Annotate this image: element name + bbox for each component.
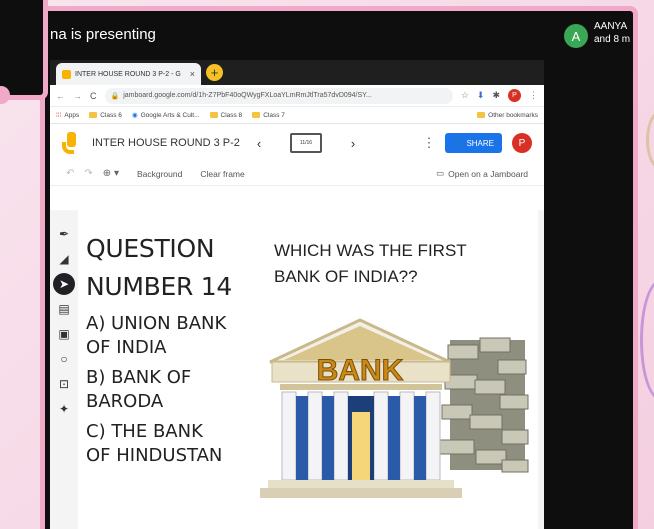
back-icon[interactable]: ← [56,91,65,101]
tab-strip: INTER HOUSE ROUND 3 P-2 - G × + [50,60,544,85]
bookmark-label: Apps [64,111,80,119]
frame-bar-button[interactable]: 11/16 [290,133,322,153]
jamboard-logo-icon [62,132,76,154]
add-person-icon: 👤 [453,138,464,148]
bookmark-label: Class 8 [220,111,243,119]
option-line: A) UNION BANK [86,313,227,334]
other-bookmarks[interactable]: Other bookmarks [477,112,538,119]
redo-icon[interactable]: ↷ [84,168,92,179]
close-tab-icon[interactable]: × [190,69,195,79]
browser-menu-icon[interactable]: ⋮ [529,90,538,101]
bank-sign: BANK [317,354,404,387]
jamboard-favicon-icon [62,69,71,79]
laser-icon[interactable]: ✦ [53,398,75,420]
url-field[interactable]: 🔒 jamboard.google.com/d/1h-Z7PbF40oQWygF… [104,87,453,104]
apps-grid-icon: ⁞⁞⁞ [56,111,62,119]
bookmark-label: Class 7 [263,111,285,119]
jamboard-frame[interactable]: QUESTION NUMBER 14 A) UNION BANK OF INDI… [78,210,538,529]
bookmark-label: Class 6 [100,111,122,119]
option-line: C) THE BANK [86,421,203,442]
open-label: Open on a Jamboard [448,168,528,179]
folder-icon [209,112,218,118]
option-line: OF INDIA [86,337,167,358]
device-icon: ▭ [436,168,445,178]
eraser-icon[interactable]: ◢ [53,248,75,270]
prompt-line: BANK OF INDIA?? [274,267,418,286]
bookmark-label: Google Arts & Cult... [140,111,200,119]
bookmark-apps[interactable]: ⁞⁞⁞ Apps [56,112,79,119]
participant-name-text: AANYA [594,21,628,32]
option-line: BARODA [86,391,164,412]
participant-name: AANYA and 8 m [594,20,630,46]
puzzle-icon[interactable]: ✱ [492,90,500,101]
bookmark-google-arts[interactable]: ◉ Google Arts & Cult... [131,111,200,120]
prompt-text: WHICH WAS THE FIRST BANK OF INDIA?? [274,238,514,290]
forward-icon[interactable]: → [73,91,82,101]
bookmarks-bar: ⁞⁞⁞ Apps Class 6 ◉ Google Arts & Cult... C… [50,107,544,124]
tab-title: INTER HOUSE ROUND 3 P-2 - G [75,70,181,78]
clear-frame-button[interactable]: Clear frame [200,169,244,179]
folder-icon [477,112,486,118]
text-box-icon[interactable]: ⊡ [53,373,75,395]
bookmark-class-7[interactable]: Class 7 [252,112,285,119]
more-options-icon[interactable]: ⋮ [422,135,435,151]
extension-icon[interactable]: ⬇ [477,90,485,101]
screen: na is presenting A AANYA and 8 m INTER H… [0,0,654,529]
sticky-note-icon[interactable]: ▤ [53,298,75,320]
circle-shape-icon[interactable]: ○ [53,348,75,370]
lock-icon: 🔒 [110,92,120,100]
google-arts-icon: ◉ [131,112,138,119]
address-bar-row: ← → C 🔒 jamboard.google.com/d/1h-Z7PbF40… [50,85,544,107]
participant-tile[interactable]: A AANYA and 8 m [560,18,640,58]
presenting-label: na is presenting [50,26,156,43]
folder-icon [89,112,98,118]
browser-profile-avatar[interactable]: P [508,89,521,102]
prev-frame-button[interactable]: ‹ [252,136,266,151]
prompt-line: WHICH WAS THE FIRST [274,241,467,260]
new-tab-button[interactable]: + [206,64,223,81]
jamboard-side-toolbar: ✒ ◢ ➤ ▤ ▣ ○ ⊡ ✦ [50,220,78,423]
share-label: SHARE [466,138,494,148]
pen-icon[interactable]: ✒ [53,223,75,245]
select-icon[interactable]: ➤ [53,273,75,295]
meeting-side-panel [0,0,48,100]
bookmark-class-8[interactable]: Class 8 [209,111,243,119]
url-text: jamboard.google.com/d/1h-Z7PbF40oQWygFXL… [123,92,372,99]
bookmark-label: Other bookmarks [488,111,538,119]
jamboard-profile-avatar[interactable]: P [512,133,532,153]
avatar: A [564,24,588,48]
bookmark-class-6[interactable]: Class 6 [89,112,122,119]
folder-icon [252,112,261,118]
jamboard-toolbar: ↶ ↷ ⊕ ▾ Background Clear frame ▭ Open on … [50,162,544,186]
question-block: QUESTION NUMBER 14 A) UNION BANK OF INDI… [86,230,232,468]
jamboard-header: INTER HOUSE ROUND 3 P-2 ‹ 11/16 › ⋮ 👤 SHA… [50,124,544,162]
browser-tab[interactable]: INTER HOUSE ROUND 3 P-2 - G × [56,63,201,85]
reload-icon[interactable]: C [90,91,97,101]
star-icon[interactable]: ☆ [461,90,469,101]
image-icon[interactable]: ▣ [53,323,75,345]
bank-building [260,318,462,498]
background-button[interactable]: Background [137,169,182,179]
open-on-jamboard-button[interactable]: ▭ Open on a Jamboard [436,168,528,179]
option-line: B) BANK OF [86,367,192,388]
next-frame-button[interactable]: › [346,136,360,151]
undo-icon[interactable]: ↶ [66,168,74,179]
jamboard-canvas-area: QUESTION NUMBER 14 A) UNION BANK OF INDI… [50,210,544,529]
question-line: NUMBER 14 [86,272,232,301]
zoom-icon[interactable]: ⊕ ▾ [103,168,119,179]
share-button[interactable]: 👤 SHARE [445,133,502,153]
money-stacks [439,337,529,473]
participant-more-text: and 8 m [594,34,631,45]
question-line: QUESTION [86,234,215,263]
option-line: OF HINDUSTAN [86,445,223,466]
bank-illustration: BANK [260,318,529,498]
jamboard-title[interactable]: INTER HOUSE ROUND 3 P-2 [92,137,242,149]
shared-browser-window: INTER HOUSE ROUND 3 P-2 - G × + ← → C 🔒 … [50,60,544,529]
